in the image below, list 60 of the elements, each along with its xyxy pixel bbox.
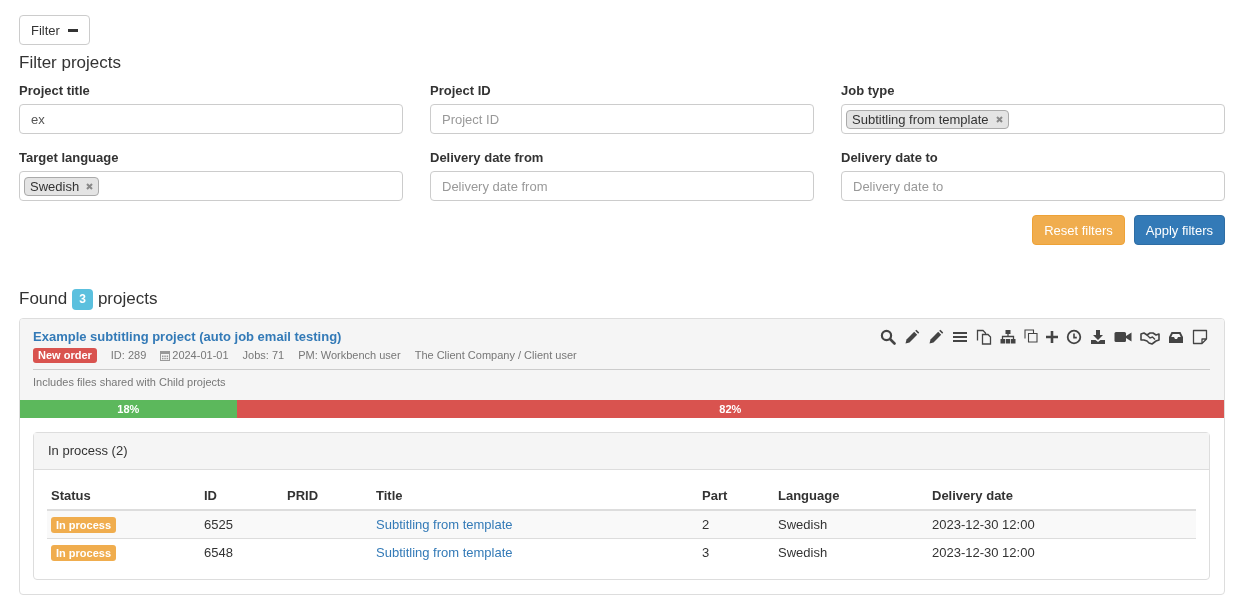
remove-icon[interactable]: [995, 115, 1003, 123]
project-date: 2024-01-01: [172, 348, 229, 363]
tag-label: Subtitling from template: [852, 110, 989, 128]
search-icon[interactable]: [880, 329, 896, 345]
project-meta: ID: 289: [110, 348, 147, 363]
project-note: Includes files shared with Child projects: [33, 375, 226, 389]
progress-segment: 82%: [236, 400, 1224, 418]
filter-toggle-button[interactable]: Filter: [19, 15, 90, 45]
pencil-icon[interactable]: [904, 329, 920, 345]
table-cell: 2023-12-30 12:00: [928, 538, 1196, 566]
project-meta: The Client Company / Client user: [414, 348, 577, 363]
tag-input-field[interactable]: Subtitling from template: [841, 104, 1225, 134]
results-label: Found: [19, 288, 68, 310]
tag-label: Swedish: [30, 177, 80, 195]
table-cell: 6525: [200, 510, 283, 539]
project-title-link[interactable]: Example subtitling project (auto job email testing): [33, 328, 342, 345]
video-camera-icon[interactable]: [1114, 329, 1132, 345]
tag-input-field[interactable]: Swedish: [19, 171, 403, 201]
count-badge: 3: [72, 288, 93, 310]
table-cell: Swedish: [774, 510, 928, 539]
group-title: In process (2): [34, 433, 1209, 470]
job-title-link[interactable]: Subtitling from template: [376, 517, 513, 532]
pencil-icon[interactable]: [928, 329, 944, 345]
table-cell: 2023-12-30 12:00: [928, 510, 1196, 539]
calendar-icon: [160, 350, 171, 361]
status-label: In process: [51, 544, 117, 561]
table-cell: 2: [698, 510, 774, 539]
text-field[interactable]: Project ID: [430, 104, 814, 134]
field-label: Project title: [19, 82, 90, 99]
progress-segment: 18%: [20, 400, 237, 418]
clock-icon[interactable]: [1066, 329, 1082, 345]
text-field[interactable]: ex: [19, 104, 403, 134]
project-meta: PM: Workbench user: [298, 348, 401, 363]
field-label: Delivery date to: [841, 149, 938, 166]
hierarchy-icon[interactable]: [1000, 329, 1016, 345]
table-cell: Swedish: [774, 538, 928, 566]
results-label: projects: [97, 288, 158, 310]
status-label: In process: [51, 516, 117, 533]
text-field[interactable]: Delivery date from: [430, 171, 814, 201]
handshake-icon[interactable]: [1140, 329, 1160, 345]
plus-icon[interactable]: [1046, 329, 1058, 345]
field-label: Project ID: [430, 82, 491, 99]
table-cell: 3: [698, 538, 774, 566]
inbox-icon[interactable]: [1168, 329, 1184, 345]
copy-icon[interactable]: [976, 329, 992, 345]
download-icon[interactable]: [1090, 329, 1106, 345]
duplicate-icon[interactable]: [1024, 329, 1038, 345]
field-label: Delivery date from: [430, 149, 544, 166]
field-label: Target language: [19, 149, 119, 166]
project-meta: Jobs: 71: [242, 348, 285, 363]
apply-button[interactable]: Apply filters: [1133, 215, 1225, 245]
job-title-link[interactable]: Subtitling from template: [376, 545, 513, 560]
remove-icon[interactable]: [86, 182, 94, 190]
field-label: Job type: [841, 82, 895, 99]
text-field[interactable]: Delivery date to: [841, 171, 1225, 201]
table-cell: 6548: [200, 538, 283, 566]
list-icon[interactable]: [952, 329, 968, 345]
note-icon[interactable]: [1192, 329, 1208, 345]
status-label: New order: [33, 348, 97, 363]
section-title: Filter projects: [19, 53, 123, 73]
